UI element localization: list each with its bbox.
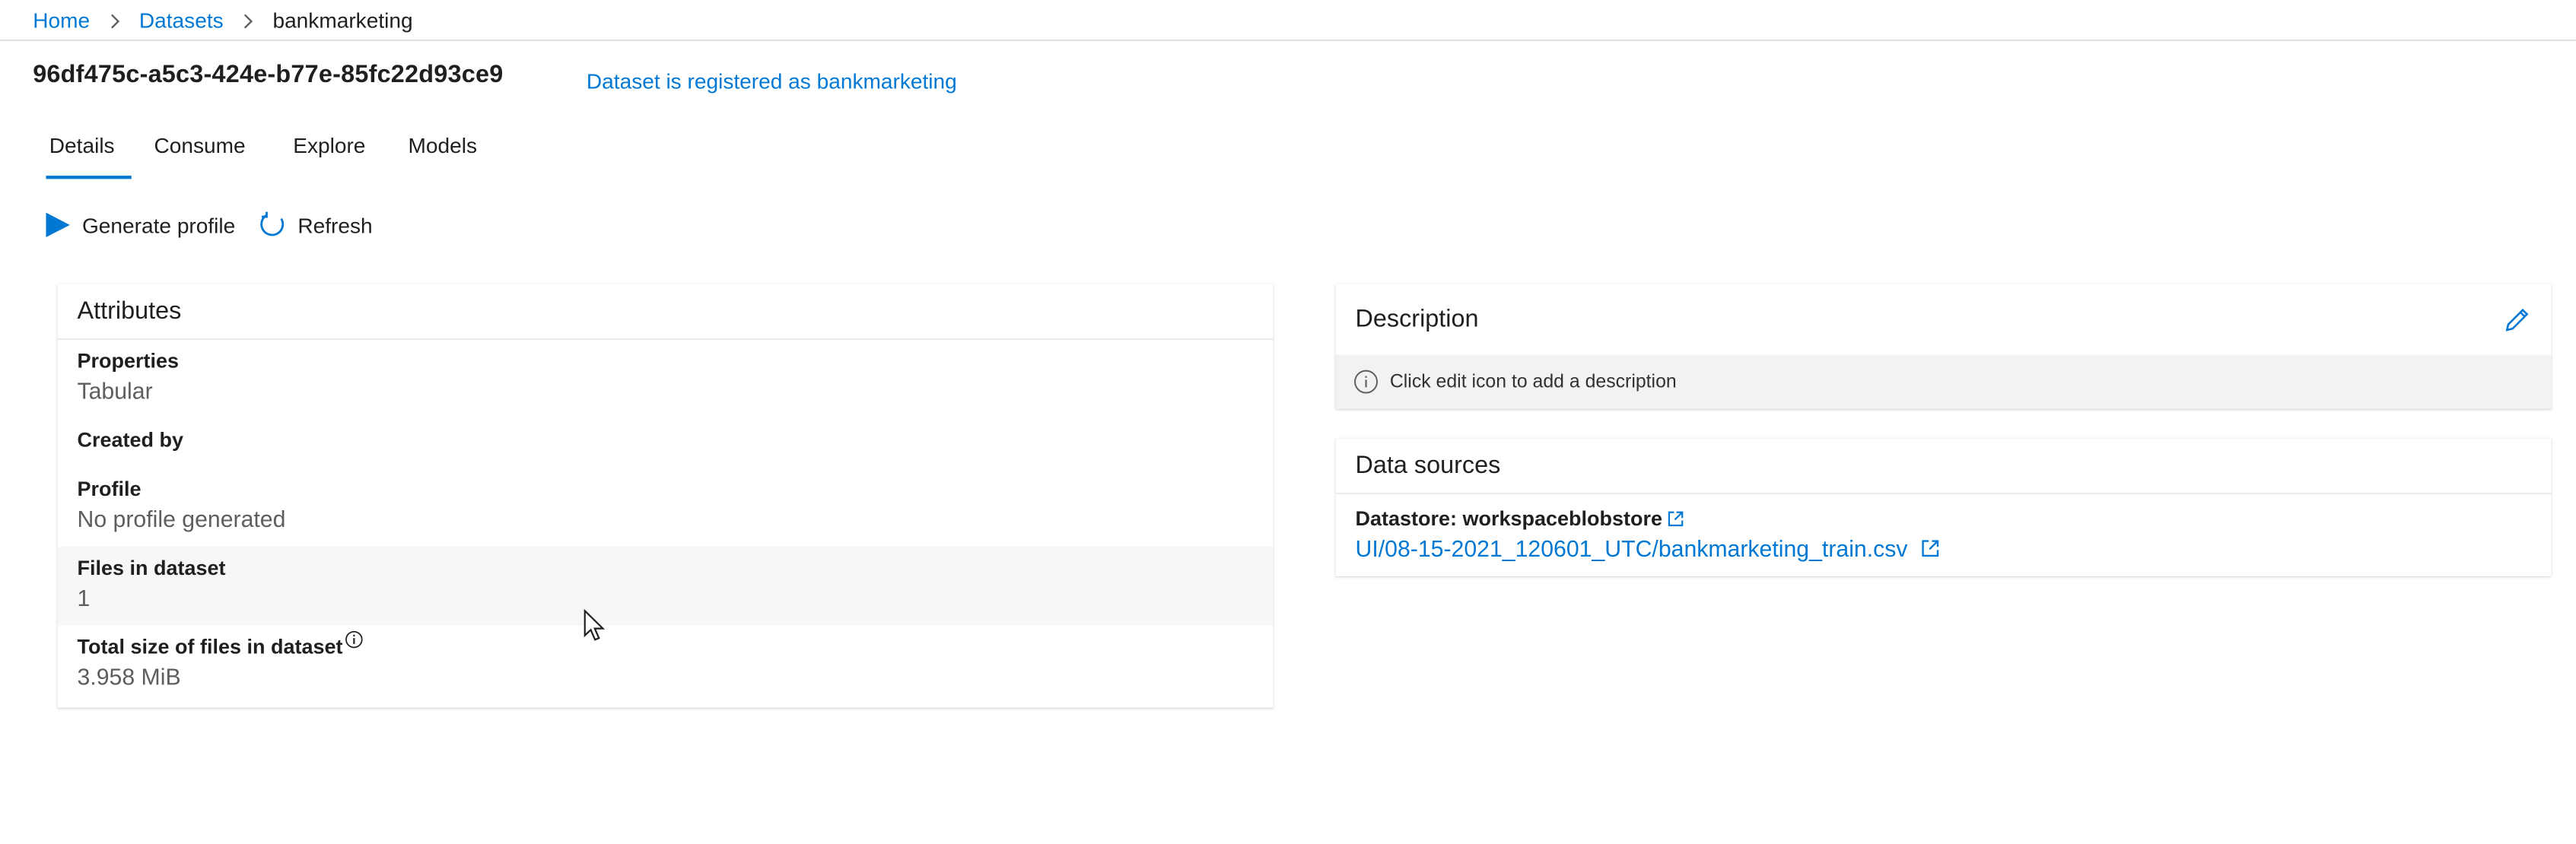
edit-icon[interactable] <box>2502 305 2532 335</box>
breadcrumb: Home Datasets bankmarketing <box>0 0 2576 41</box>
attribute-label: Files in dataset <box>77 557 226 580</box>
external-link-icon[interactable] <box>1667 511 1684 528</box>
page-title: 96df475c-a5c3-424e-b77e-85fc22d93ce9 <box>33 60 504 89</box>
breadcrumb-datasets[interactable]: Datasets <box>139 8 224 32</box>
tab-consume[interactable]: Consume <box>138 128 262 179</box>
refresh-icon <box>259 210 288 240</box>
description-hint-text: Click edit icon to add a description <box>1389 372 1677 392</box>
description-hint: Click edit icon to add a description <box>1335 354 2552 409</box>
toolbar: Generate profile Refresh <box>43 207 373 243</box>
generate-profile-button[interactable]: Generate profile <box>43 210 235 240</box>
attributes-card: Attributes Properties Tabular Created by… <box>57 284 1274 708</box>
play-icon <box>43 210 72 240</box>
data-sources-title: Data sources <box>1335 439 2552 494</box>
breadcrumb-current: bankmarketing <box>272 7 413 33</box>
attribute-files-in-dataset: Files in dataset 1 <box>57 547 1274 626</box>
attribute-label: Created by <box>77 428 184 452</box>
datastore-label-row: Datastore: workspaceblobstore <box>1356 507 2532 530</box>
datastore-path-link[interactable]: UI/08-15-2021_120601_UTC/bankmarketing_t… <box>1356 535 2532 562</box>
attribute-label: Total size of files in dataset <box>77 635 343 658</box>
generate-profile-label: Generate profile <box>81 212 236 238</box>
datastore-label: Datastore: workspaceblobstore <box>1355 507 1663 531</box>
refresh-label: Refresh <box>297 212 373 238</box>
info-icon <box>1353 370 1378 394</box>
datastore-path[interactable]: UI/08-15-2021_120601_UTC/bankmarketing_t… <box>1356 535 1908 562</box>
attribute-label: Properties <box>77 349 180 373</box>
description-card: Description Click edit icon to add a des… <box>1335 284 2552 409</box>
attributes-title: Attributes <box>57 284 1274 340</box>
breadcrumb-home[interactable]: Home <box>33 8 90 32</box>
attribute-profile: Profile No profile generated <box>58 468 1274 547</box>
description-title: Description <box>1355 305 1479 334</box>
refresh-button[interactable]: Refresh <box>259 210 373 240</box>
chevron-right-icon <box>90 8 139 32</box>
tab-explore[interactable]: Explore <box>277 128 382 179</box>
attribute-label: Profile <box>77 478 142 501</box>
attribute-properties: Properties Tabular <box>58 340 1274 419</box>
attribute-label-row: Total size of files in dataset <box>77 630 1253 658</box>
info-icon[interactable] <box>345 630 363 649</box>
attribute-total-size: Total size of files in dataset 3.958 MiB <box>58 626 1274 705</box>
attribute-value: Tabular <box>77 377 153 405</box>
registered-link[interactable]: Dataset is registered as bankmarketing <box>587 69 957 94</box>
attribute-value: 1 <box>77 584 91 611</box>
external-link-icon[interactable] <box>1921 538 1941 558</box>
data-sources-body: Datastore: workspaceblobstore UI/08-15-2… <box>1336 494 2552 575</box>
tab-bar: Details Consume Explore Models <box>33 128 493 179</box>
description-header: Description <box>1336 284 2552 355</box>
chevron-right-icon <box>224 8 273 32</box>
attribute-created-by: Created by <box>58 419 1274 468</box>
attribute-value: No profile generated <box>77 506 286 532</box>
attribute-value: 3.958 MiB <box>77 663 181 690</box>
data-sources-card: Data sources Datastore: workspaceblobsto… <box>1335 438 2552 576</box>
tab-models[interactable]: Models <box>392 128 494 179</box>
tab-details[interactable]: Details <box>33 128 131 179</box>
